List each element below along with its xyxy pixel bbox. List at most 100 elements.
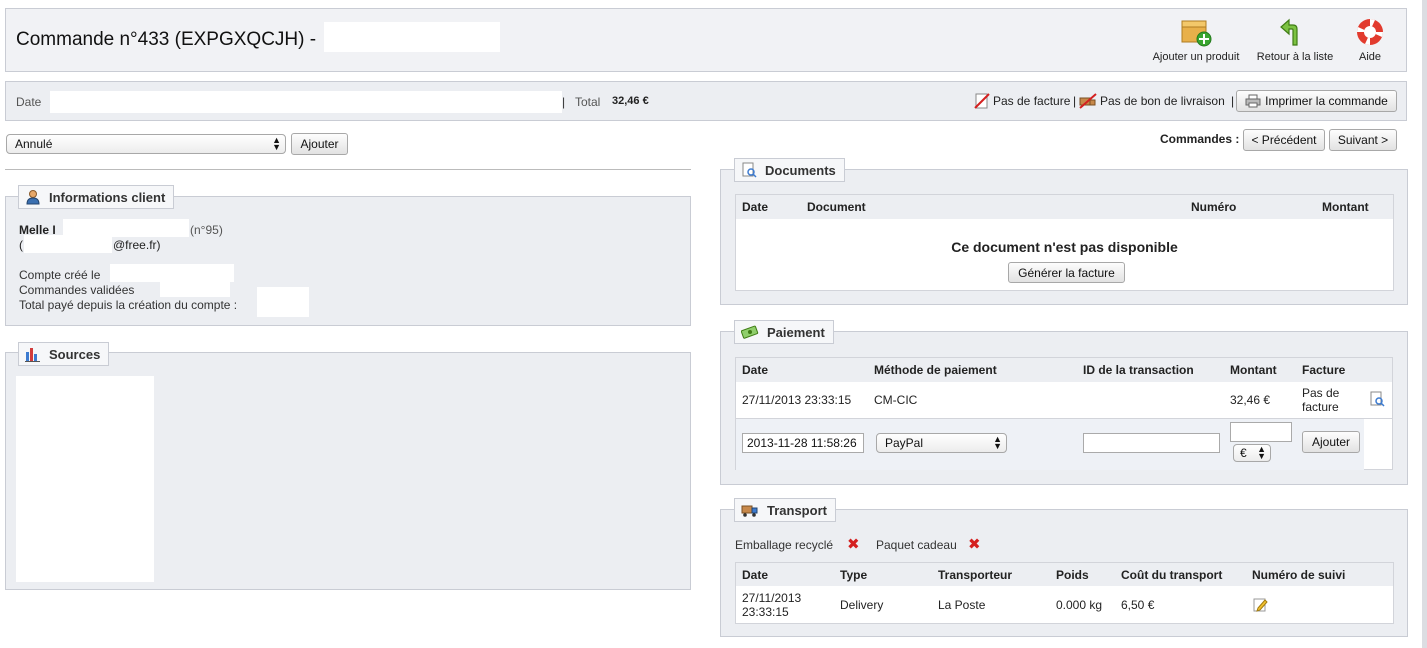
documents-panel: Date Document Numéro Montant Ce document… bbox=[720, 169, 1408, 305]
payment-col-amount: Montant bbox=[1230, 363, 1277, 377]
status-add-button[interactable]: Ajouter bbox=[291, 133, 348, 155]
no-delivery-slip-link[interactable]: Pas de bon de livraison bbox=[1079, 93, 1225, 109]
transport-panel: Emballage recyclé ✖ Paquet cadeau ✖ Date… bbox=[720, 509, 1408, 637]
transport-row-weight: 0.000 kg bbox=[1056, 598, 1103, 612]
window-scrollbar[interactable] bbox=[1422, 0, 1427, 648]
back-to-list-button[interactable]: Retour à la liste bbox=[1250, 17, 1340, 63]
view-invoice-icon[interactable] bbox=[1369, 391, 1385, 407]
redacted-total-paid bbox=[257, 287, 309, 317]
generate-invoice-button[interactable]: Générer la facture bbox=[1008, 262, 1125, 283]
payment-row-method: CM-CIC bbox=[874, 393, 918, 407]
documents-legend: Documents bbox=[734, 158, 845, 182]
client-info-panel: Melle I (n°95) ( @free.fr) Compte créé l… bbox=[5, 196, 691, 326]
select-arrows-icon: ▲ ▼ bbox=[272, 135, 281, 152]
payment-amount-input[interactable] bbox=[1230, 422, 1292, 442]
document-unavailable-message: Ce document n'est pas disponible bbox=[951, 239, 1178, 255]
currency-select[interactable]: € ▲ ▼ bbox=[1233, 444, 1271, 462]
recycled-no-icon: ✖ bbox=[847, 536, 860, 553]
back-to-list-label: Retour à la liste bbox=[1256, 51, 1334, 63]
transport-col-date: Date bbox=[742, 568, 769, 582]
payment-row-date: 27/11/2013 23:33:15 bbox=[742, 393, 852, 407]
add-payment-label: Ajouter bbox=[1311, 435, 1351, 449]
transport-col-tracking: Numéro de suivi bbox=[1252, 568, 1346, 582]
payment-panel: Date Méthode de paiement ID de la transa… bbox=[720, 331, 1408, 485]
previous-order-label: < Précédent bbox=[1251, 133, 1317, 147]
transaction-id-input[interactable] bbox=[1083, 433, 1220, 453]
printer-icon bbox=[1245, 94, 1261, 108]
transport-col-type: Type bbox=[840, 568, 868, 582]
add-product-button[interactable]: Ajouter un produit bbox=[1148, 17, 1244, 63]
transport-row-type: Delivery bbox=[840, 598, 884, 612]
gift-wrap-label: Paquet cadeau bbox=[876, 538, 957, 552]
payment-row-invoice: Pas de facture bbox=[1302, 386, 1340, 414]
redacted-order-count bbox=[160, 279, 230, 297]
documents-table: Date Document Numéro Montant Ce document… bbox=[735, 194, 1394, 291]
separator-pipe-2: | bbox=[1231, 94, 1235, 108]
print-order-button[interactable]: Imprimer la commande bbox=[1236, 90, 1397, 112]
documents-col-document: Document bbox=[807, 200, 866, 214]
sources-panel bbox=[5, 352, 691, 590]
payment-table: Date Méthode de paiement ID de la transa… bbox=[735, 357, 1393, 470]
email-open: ( bbox=[19, 238, 23, 252]
truck-icon bbox=[741, 505, 758, 517]
gift-wrap-no-icon: ✖ bbox=[968, 536, 981, 553]
orders-nav-label: Commandes : bbox=[1160, 132, 1240, 146]
no-invoice-label: Pas de facture bbox=[993, 94, 1071, 108]
sources-legend: Sources bbox=[18, 342, 110, 366]
help-button[interactable]: Aide bbox=[1348, 17, 1392, 63]
document-search-icon bbox=[742, 162, 757, 178]
sources-title: Sources bbox=[49, 346, 101, 362]
previous-order-button[interactable]: < Précédent bbox=[1243, 129, 1325, 151]
select-arrows-icon: ▲ ▼ bbox=[993, 434, 1002, 451]
recycled-packaging-label: Emballage recyclé bbox=[735, 538, 834, 552]
redacted-date bbox=[50, 91, 562, 113]
transport-row-carrier: La Poste bbox=[938, 598, 986, 612]
transport-title: Transport bbox=[767, 502, 827, 518]
separator-pipe: | bbox=[1073, 94, 1077, 108]
payment-col-date: Date bbox=[742, 363, 769, 377]
lifebuoy-icon bbox=[1357, 19, 1383, 45]
box-add-icon bbox=[1181, 20, 1212, 47]
generate-invoice-label: Générer la facture bbox=[1018, 265, 1115, 280]
separator: | bbox=[562, 95, 566, 109]
transport-col-weight: Poids bbox=[1056, 568, 1089, 582]
print-order-label: Imprimer la commande bbox=[1265, 94, 1388, 108]
redacted-sources bbox=[16, 376, 154, 582]
documents-col-number: Numéro bbox=[1191, 200, 1237, 214]
bar-chart-icon bbox=[25, 348, 40, 362]
edit-tracking-icon[interactable] bbox=[1253, 597, 1268, 612]
payment-title: Paiement bbox=[767, 324, 825, 340]
total-paid-label: Total payé depuis la création du compte … bbox=[19, 298, 238, 312]
order-info-bar: Date | Total 32,46 € Pas de facture | Pa… bbox=[5, 81, 1407, 121]
no-invoice-link[interactable]: Pas de facture bbox=[974, 93, 1070, 109]
account-created-label: Compte créé le bbox=[19, 268, 101, 282]
payment-date-input[interactable]: 2013-11-28 11:58:26 bbox=[742, 433, 864, 453]
help-label: Aide bbox=[1358, 51, 1382, 63]
transport-legend: Transport bbox=[734, 498, 836, 522]
payment-legend: Paiement bbox=[734, 320, 834, 344]
documents-title: Documents bbox=[765, 162, 836, 178]
payment-method-select[interactable]: PayPal ▲ ▼ bbox=[876, 433, 1007, 453]
total-value: 32,46 € bbox=[612, 95, 649, 107]
return-arrow-icon bbox=[1280, 18, 1298, 46]
transport-table: Date Type Transporteur Poids Coût du tra… bbox=[735, 562, 1394, 624]
add-product-label: Ajouter un produit bbox=[1152, 51, 1240, 63]
documents-col-date: Date bbox=[742, 200, 769, 214]
transport-col-carrier: Transporteur bbox=[938, 568, 1013, 582]
payment-row-amount: 32,46 € bbox=[1230, 393, 1271, 407]
order-status-select[interactable]: Annulé ▲ ▼ bbox=[6, 134, 286, 154]
payment-method-value: PayPal bbox=[885, 436, 924, 450]
next-order-button[interactable]: Suivant > bbox=[1329, 129, 1397, 151]
payment-col-transaction-id: ID de la transaction bbox=[1083, 363, 1194, 377]
order-status-value: Annulé bbox=[15, 137, 53, 151]
status-add-label: Ajouter bbox=[300, 137, 339, 151]
currency-value: € bbox=[1240, 446, 1247, 460]
email-suffix: @free.fr) bbox=[113, 238, 161, 252]
date-label: Date bbox=[16, 95, 42, 109]
add-payment-button[interactable]: Ajouter bbox=[1302, 431, 1360, 453]
total-label: Total bbox=[575, 95, 601, 109]
next-order-label: Suivant > bbox=[1337, 133, 1389, 147]
payment-header-row bbox=[736, 358, 1392, 382]
no-delivery-slip-label: Pas de bon de livraison bbox=[1100, 94, 1225, 108]
select-arrows-icon: ▲ ▼ bbox=[1257, 444, 1266, 461]
